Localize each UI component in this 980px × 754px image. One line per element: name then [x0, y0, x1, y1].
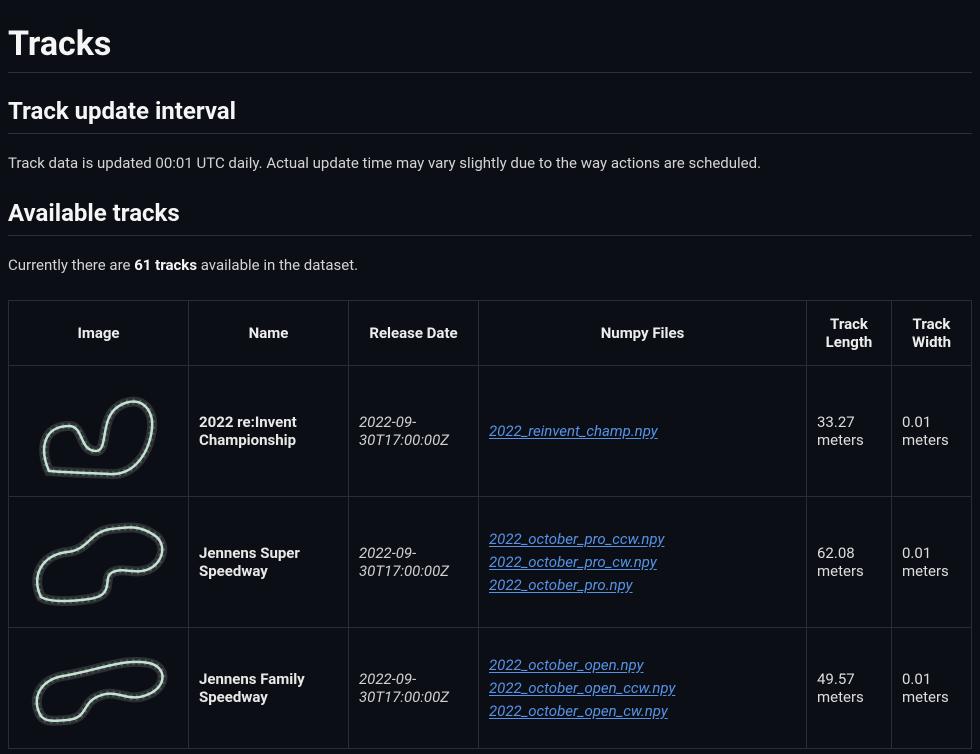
track-npy-cell: 2022_october_open.npy 2022_october_open_…: [479, 628, 807, 749]
track-release: 2022-09-30T17:00:00Z: [349, 497, 479, 628]
npy-link[interactable]: 2022_october_pro.npy: [489, 576, 633, 594]
list-item: 2022_october_pro.npy: [489, 575, 796, 596]
table-row: Jennens Family Speedway 2022-09-30T17:00…: [9, 628, 972, 749]
track-length: 49.57 meters: [807, 628, 892, 749]
page-title: Tracks: [8, 24, 972, 64]
track-name: 2022 re:Invent Championship: [189, 366, 349, 497]
npy-link[interactable]: 2022_october_pro_ccw.npy: [489, 530, 664, 548]
track-npy-cell: 2022_reinvent_champ.npy: [479, 366, 807, 497]
track-npy-cell: 2022_october_pro_ccw.npy 2022_october_pr…: [479, 497, 807, 628]
list-item: 2022_october_pro_ccw.npy: [489, 529, 796, 550]
list-item: 2022_october_open.npy: [489, 655, 796, 676]
track-width: 0.01 meters: [892, 628, 972, 749]
available-heading: Available tracks: [8, 199, 972, 227]
track-name: Jennens Super Speedway: [189, 497, 349, 628]
th-name: Name: [189, 301, 349, 366]
track-icon: [19, 507, 179, 617]
list-item: 2022_october_pro_cw.npy: [489, 552, 796, 573]
available-prefix: Currently there are: [8, 256, 134, 274]
track-name: Jennens Family Speedway: [189, 628, 349, 749]
track-icon: [19, 638, 179, 738]
npy-link[interactable]: 2022_reinvent_champ.npy: [489, 422, 658, 440]
track-width: 0.01 meters: [892, 366, 972, 497]
track-image-cell: [9, 366, 189, 497]
divider: [8, 235, 972, 236]
track-length: 62.08 meters: [807, 497, 892, 628]
th-image: Image: [9, 301, 189, 366]
th-release: Release Date: [349, 301, 479, 366]
divider: [8, 72, 972, 73]
list-item: 2022_october_open_ccw.npy: [489, 678, 796, 699]
npy-link[interactable]: 2022_october_pro_cw.npy: [489, 553, 657, 571]
th-length: Track Length: [807, 301, 892, 366]
update-text: Track data is updated 00:01 UTC daily. A…: [8, 152, 972, 175]
divider: [8, 133, 972, 134]
th-npy: Numpy Files: [479, 301, 807, 366]
update-heading: Track update interval: [8, 97, 972, 125]
track-length: 33.27 meters: [807, 366, 892, 497]
track-width: 0.01 meters: [892, 497, 972, 628]
npy-link[interactable]: 2022_october_open_ccw.npy: [489, 679, 675, 697]
npy-link[interactable]: 2022_october_open_cw.npy: [489, 702, 668, 720]
tracks-table: Image Name Release Date Numpy Files Trac…: [8, 300, 972, 749]
track-release: 2022-09-30T17:00:00Z: [349, 628, 479, 749]
available-text: Currently there are 61 tracks available …: [8, 254, 972, 277]
table-row: Jennens Super Speedway 2022-09-30T17:00:…: [9, 497, 972, 628]
track-image-cell: [9, 628, 189, 749]
available-suffix: available in the dataset.: [197, 256, 358, 274]
npy-link[interactable]: 2022_october_open.npy: [489, 656, 644, 674]
available-count: 61 tracks: [134, 256, 197, 274]
track-icon: [24, 376, 174, 486]
track-image-cell: [9, 497, 189, 628]
list-item: 2022_october_open_cw.npy: [489, 701, 796, 722]
table-row: 2022 re:Invent Championship 2022-09-30T1…: [9, 366, 972, 497]
track-release: 2022-09-30T17:00:00Z: [349, 366, 479, 497]
list-item: 2022_reinvent_champ.npy: [489, 421, 796, 442]
th-width: Track Width: [892, 301, 972, 366]
